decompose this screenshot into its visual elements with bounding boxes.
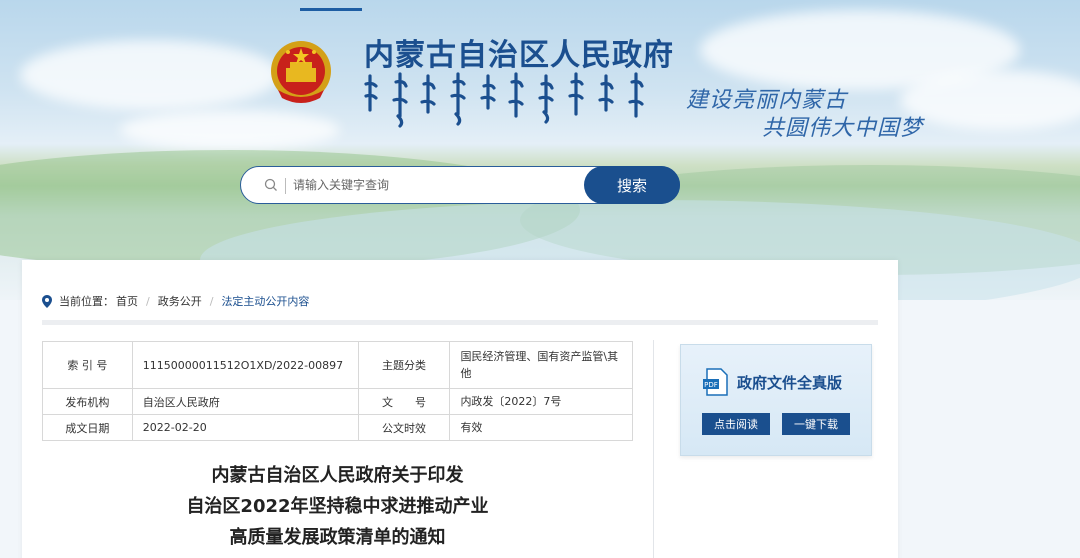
- search-divider: [285, 178, 286, 194]
- table-row: 成文日期 2022-02-20 公文时效 有效: [42, 414, 633, 441]
- full-version-panel: PDF 政府文件全真版 点击阅读 一键下载: [680, 344, 872, 456]
- search-bar: 搜索: [240, 166, 680, 204]
- table-cell-label: 成文日期: [42, 414, 133, 441]
- table-cell-label: 索 引 号: [42, 341, 133, 389]
- read-online-button[interactable]: 点击阅读: [702, 413, 770, 435]
- download-button[interactable]: 一键下载: [782, 413, 850, 435]
- document-title-line: 内蒙古自治区人民政府关于印发: [211, 465, 464, 486]
- site-title: 内蒙古自治区人民政府: [364, 38, 674, 73]
- table-cell-value: 国民经济管理、国有资产监管\其他: [449, 341, 633, 389]
- search-button[interactable]: 搜索: [584, 166, 680, 204]
- breadcrumb-prefix: 当前位置：: [59, 295, 114, 308]
- breadcrumb: 当前位置： 首页 / 政务公开 / 法定主动公开内容: [42, 293, 309, 309]
- content-card: 当前位置： 首页 / 政务公开 / 法定主动公开内容 索 引 号 1115000…: [22, 260, 898, 558]
- full-version-title: 政府文件全真版: [737, 374, 843, 392]
- document-metadata-table: 索 引 号 11150000011512O1XD/2022-00897 主题分类…: [42, 341, 633, 441]
- section-divider: [42, 320, 878, 325]
- breadcrumb-separator: /: [146, 294, 150, 308]
- search-input[interactable]: [293, 173, 573, 197]
- breadcrumb-separator: /: [209, 294, 214, 308]
- cloud: [120, 110, 340, 150]
- slogan-line-2: 共圆伟大中国梦: [762, 116, 924, 141]
- cloud: [900, 70, 1080, 130]
- table-cell-label: 主题分类: [357, 341, 451, 389]
- table-row: 索 引 号 11150000011512O1XD/2022-00897 主题分类…: [42, 341, 633, 389]
- document-title: 内蒙古自治区人民政府关于印发 自治区2022年坚持稳中求进推动产业 高质量发展政…: [42, 460, 633, 553]
- search-icon: [264, 178, 277, 191]
- breadcrumb-item-public-affairs[interactable]: 政务公开: [158, 293, 202, 309]
- national-emblem-icon: [271, 41, 331, 103]
- breadcrumb-item-home[interactable]: 首页: [116, 293, 138, 309]
- table-cell-label: 公文时效: [357, 414, 451, 441]
- document-title-line: 高质量发展政策清单的通知: [229, 527, 446, 548]
- breadcrumb-item-current[interactable]: 法定主动公开内容: [221, 293, 309, 309]
- column-divider: [653, 340, 654, 558]
- table-cell-value: 自治区人民政府: [131, 388, 359, 415]
- table-cell-value: 11150000011512O1XD/2022-00897: [131, 341, 359, 389]
- top-accent-bar: [300, 8, 362, 11]
- location-pin-icon: [42, 294, 52, 308]
- cloud: [20, 40, 280, 110]
- table-row: 发布机构 自治区人民政府 文 号 内政发〔2022〕7号: [42, 388, 633, 415]
- pdf-icon: PDF: [703, 368, 728, 396]
- svg-text:PDF: PDF: [704, 381, 718, 389]
- header-banner: 内蒙古自治区人民政府 建设亮丽内蒙古 共圆伟大中国梦 搜索: [0, 0, 1080, 300]
- document-title-line: 自治区2022年坚持稳中求进推动产业: [186, 496, 489, 517]
- table-cell-value: 有效: [449, 414, 633, 441]
- table-cell-value: 2022-02-20: [131, 414, 359, 441]
- table-cell-label: 发布机构: [42, 388, 133, 415]
- mongolian-script-title: [364, 72, 644, 128]
- table-cell-value: 内政发〔2022〕7号: [449, 388, 633, 415]
- table-cell-label: 文 号: [357, 388, 451, 415]
